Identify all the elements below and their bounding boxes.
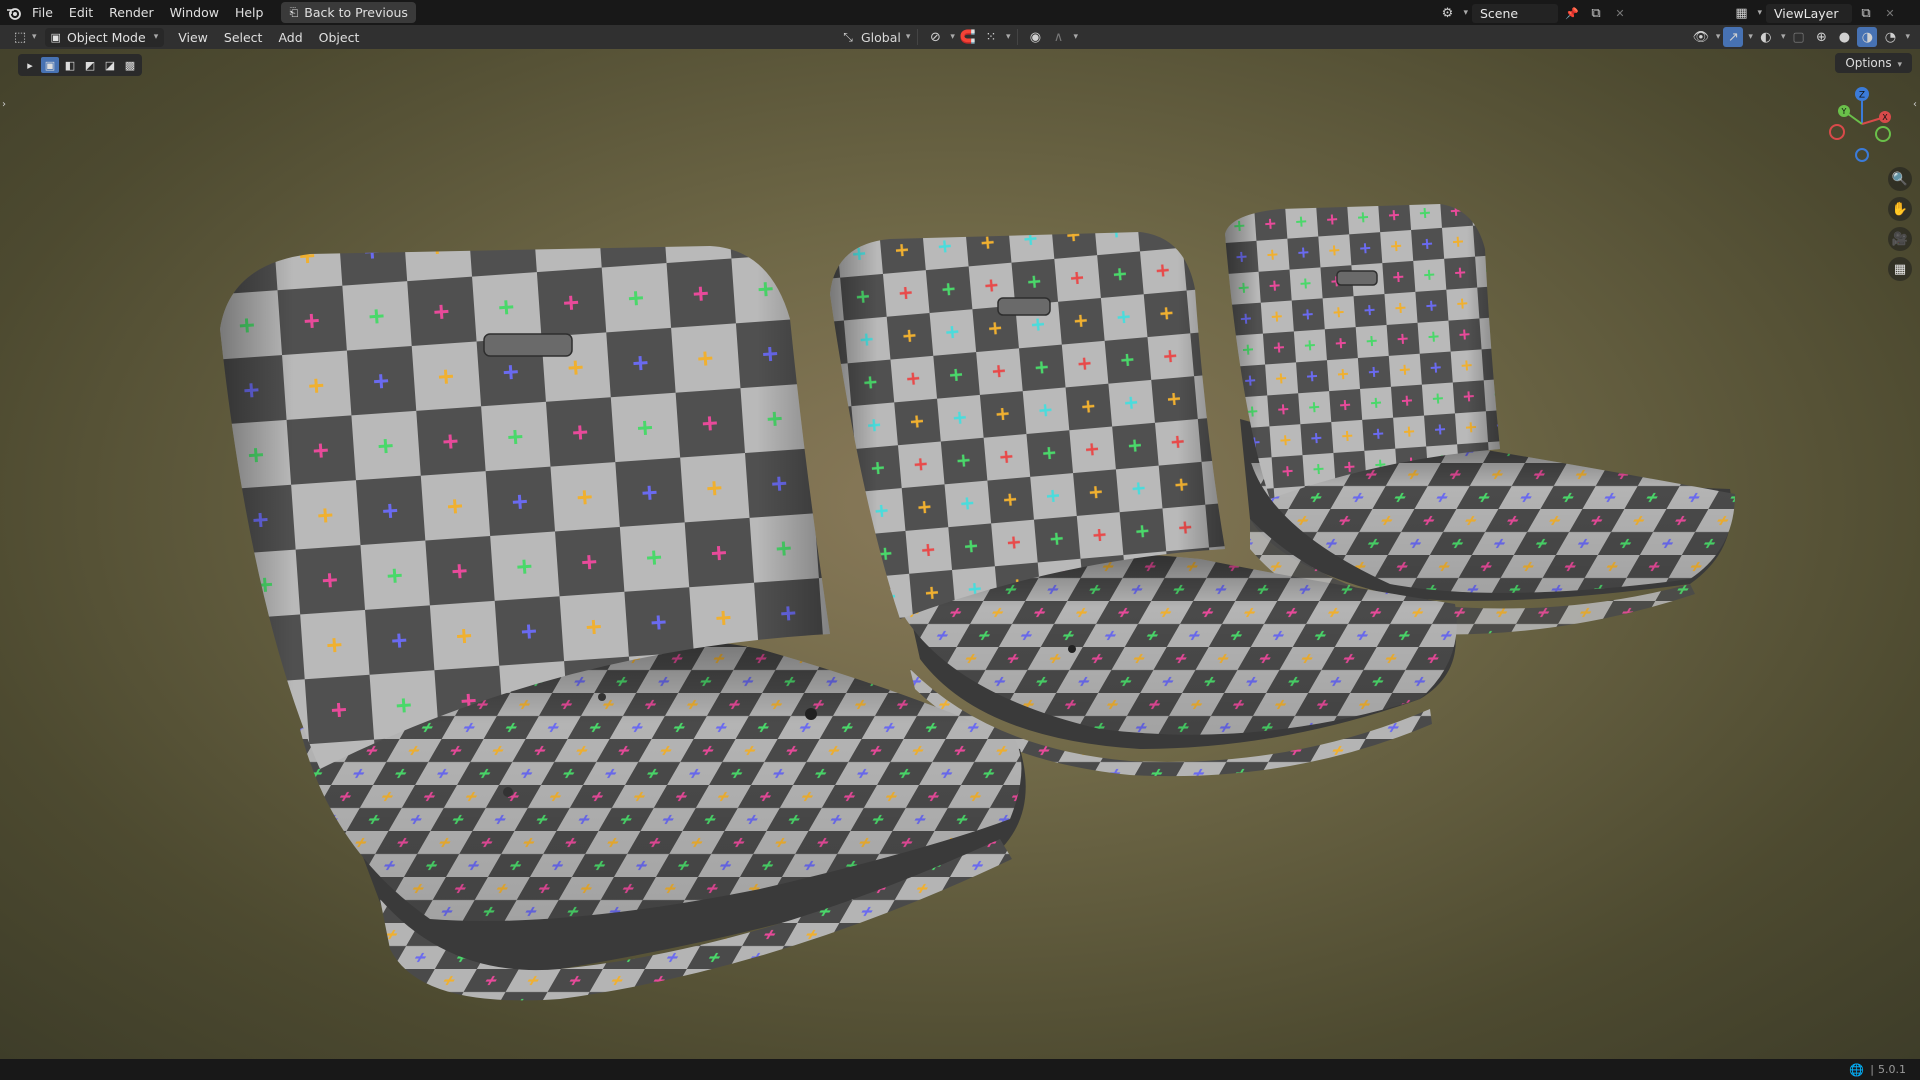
menu-window[interactable]: Window [162, 5, 227, 20]
status-bar: 🌐 | 5.0.1 [0, 1059, 1920, 1080]
shading-dropdown-icon[interactable]: ▾ [1905, 32, 1910, 42]
viewlayer-dropdown-icon[interactable]: ▾ [1757, 8, 1762, 18]
select-invert-icon[interactable]: ◪ [101, 57, 119, 73]
snap-toggle-icon[interactable]: 🧲 [958, 27, 978, 47]
editor-type-dropdown-icon[interactable]: ▾ [32, 32, 37, 42]
menu-select[interactable]: Select [216, 30, 271, 45]
zoom-icon[interactable]: 🔍 [1888, 167, 1912, 191]
transform-orientation-icon[interactable]: ⤡ [838, 27, 858, 47]
chevron-down-icon: ▾ [1897, 60, 1902, 70]
select-subtract-icon[interactable]: ◩ [81, 57, 99, 73]
viewlayer-field[interactable]: ViewLayer [1766, 3, 1852, 23]
wireframe-shading-icon[interactable]: ⊕ [1811, 27, 1831, 47]
orientation-dropdown-icon[interactable]: ▾ [906, 32, 911, 42]
sidebar-expand-icon[interactable]: ‹ [1913, 99, 1917, 110]
viewlayer-label: ViewLayer [1774, 5, 1839, 21]
pin-icon[interactable]: 📌 [1562, 3, 1582, 23]
object-mode-icon: ▣ [50, 30, 61, 44]
separator [917, 29, 919, 45]
network-globe-icon: 🌐 [1849, 1062, 1865, 1077]
snap-target-icon[interactable]: ⁙ [981, 27, 1001, 47]
snap-dropdown-icon[interactable]: ▾ [1006, 32, 1011, 42]
delete-viewlayer-icon[interactable]: ✕ [1880, 3, 1900, 23]
visibility-icon[interactable]: 👁 [1691, 27, 1711, 47]
select-intersect-icon[interactable]: ▩ [121, 57, 139, 73]
back-to-previous-button[interactable]: ⎗ Back to Previous [281, 2, 416, 23]
xray-toggle-icon[interactable]: ▢ [1788, 27, 1808, 47]
overlays-dropdown-icon[interactable]: ▾ [1781, 32, 1786, 42]
scene-field[interactable]: Scene [1472, 3, 1558, 23]
menu-view[interactable]: View [170, 30, 216, 45]
object-mode-dropdown[interactable]: ▣ Object Mode ▾ [44, 27, 165, 47]
options-dropdown[interactable]: Options ▾ [1835, 53, 1912, 73]
separator [1017, 29, 1019, 45]
gizmo-y-label: Y [1841, 107, 1847, 116]
seat-model-3[interactable] [1225, 204, 1735, 635]
select-new-icon[interactable]: ▣ [41, 57, 59, 73]
viewport-scene [220, 204, 1735, 1001]
pivot-point-icon[interactable]: ⊘ [925, 27, 945, 47]
gizmo-z-label: Z [1859, 91, 1865, 101]
new-viewlayer-icon[interactable]: ⧉ [1856, 3, 1876, 23]
visibility-dropdown-icon[interactable]: ▾ [1716, 32, 1721, 42]
scene-icon[interactable]: ⚙ [1437, 3, 1457, 23]
menu-file[interactable]: File [24, 5, 61, 20]
menu-add[interactable]: Add [270, 30, 310, 45]
transform-orientation-label[interactable]: Global [861, 30, 901, 45]
chevron-down-icon: ▾ [153, 32, 159, 42]
perspective-grid-icon[interactable]: ▦ [1888, 257, 1912, 281]
camera-view-icon[interactable]: 🎥 [1888, 227, 1912, 251]
options-label: Options [1845, 56, 1892, 70]
gizmo-neg-z-axis[interactable] [1855, 148, 1869, 162]
viewport-header: ⬚ ▾ ▣ Object Mode ▾ View Select Add Objec… [0, 25, 1920, 49]
delete-scene-icon[interactable]: ✕ [1610, 3, 1630, 23]
gizmo-neg-y-axis[interactable] [1875, 126, 1891, 142]
back-icon: ⎗ [289, 5, 299, 19]
object-mode-label: Object Mode [66, 29, 146, 45]
editor-type-icon[interactable]: ⬚ [10, 27, 30, 47]
select-mode-strip: ▸ ▣ ◧ ◩ ◪ ▩ [18, 54, 142, 76]
top-menu-bar: File Edit Render Window Help ⎗ Back to P… [0, 0, 1920, 25]
new-scene-icon[interactable]: ⧉ [1586, 3, 1606, 23]
proportional-editing-icon[interactable]: ◉ [1025, 27, 1045, 47]
hand-pan-icon[interactable]: ✋ [1888, 197, 1912, 221]
gizmo-toggle-icon[interactable]: ↗ [1723, 27, 1744, 47]
version-label: 5.0.1 [1878, 1063, 1906, 1076]
pivot-dropdown-icon[interactable]: ▾ [950, 32, 955, 42]
gizmo-x-label: X [1882, 113, 1888, 122]
falloff-dropdown-icon[interactable]: ▾ [1073, 32, 1078, 42]
navigation-gizmo[interactable]: Z X Y [1822, 84, 1902, 164]
back-to-previous-label: Back to Previous [304, 5, 408, 20]
gizmo-neg-x-axis[interactable] [1829, 124, 1845, 140]
select-extend-icon[interactable]: ◧ [61, 57, 79, 73]
menu-render[interactable]: Render [101, 5, 162, 20]
material-shading-icon[interactable]: ◑ [1857, 27, 1878, 47]
rendered-shading-icon[interactable]: ◔ [1880, 27, 1900, 47]
menu-edit[interactable]: Edit [61, 5, 101, 20]
toolbar-expand-icon[interactable]: › [2, 99, 6, 110]
gizmo-dropdown-icon[interactable]: ▾ [1748, 32, 1753, 42]
overlays-toggle-icon[interactable]: ◐ [1756, 27, 1776, 47]
menu-help[interactable]: Help [227, 5, 272, 20]
status-separator: | [1870, 1063, 1874, 1076]
viewlayer-icon[interactable]: ▦ [1731, 3, 1751, 23]
blender-logo-icon[interactable] [4, 3, 24, 23]
scene-dropdown-icon[interactable]: ▾ [1463, 8, 1468, 18]
scene-label: Scene [1480, 5, 1519, 21]
menu-object[interactable]: Object [311, 30, 368, 45]
solid-shading-icon[interactable]: ● [1834, 27, 1854, 47]
3d-viewport[interactable]: ▸ ▣ ◧ ◩ ◪ ▩ Options ▾ › ‹ Z X Y 🔍 ✋ 🎥 ▦ [0, 49, 1920, 1059]
select-tool-icon[interactable]: ▸ [21, 57, 39, 73]
falloff-icon[interactable]: ∧ [1048, 27, 1068, 47]
